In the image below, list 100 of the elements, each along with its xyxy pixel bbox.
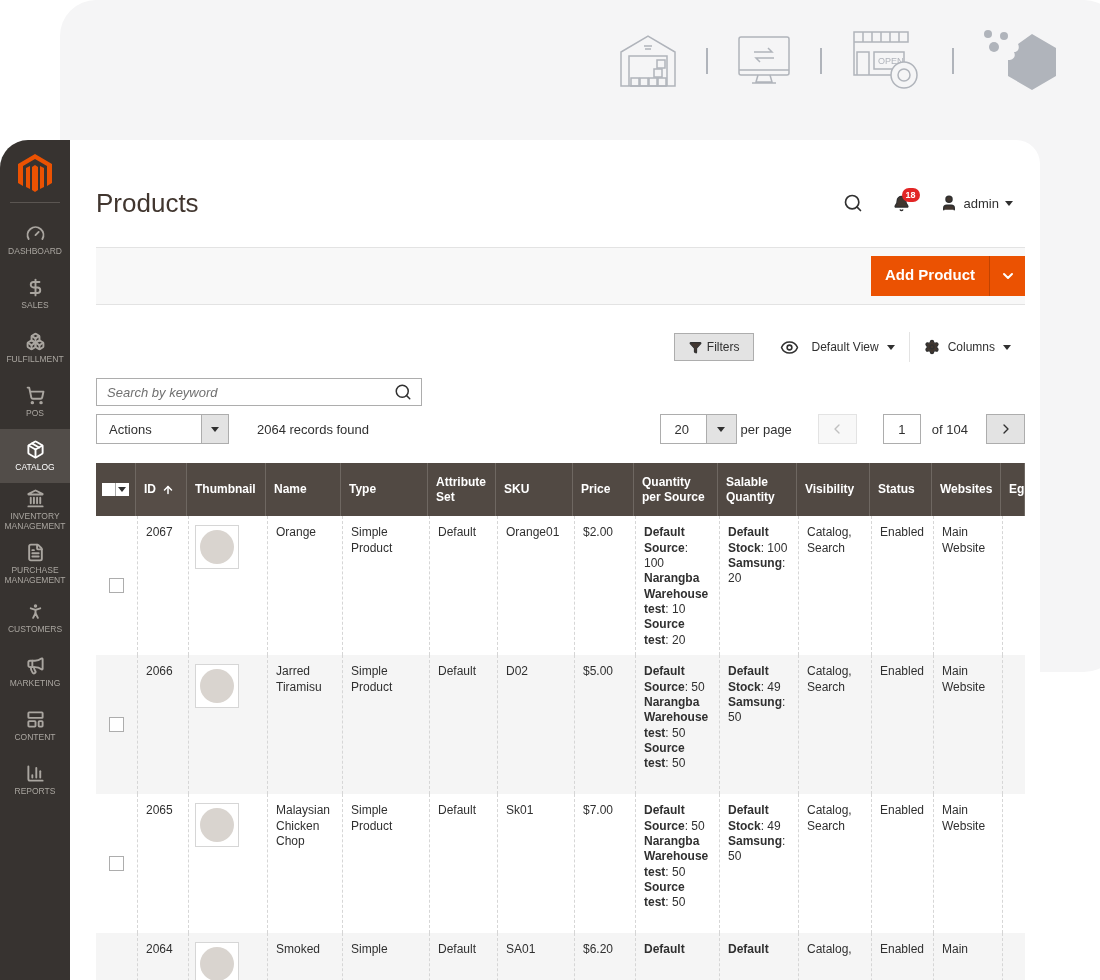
table-cell: Orange — [276, 525, 317, 540]
table-cell-text: Source test: 20 — [644, 617, 687, 648]
caret-icon — [1003, 344, 1011, 350]
table-cell: Main Website — [942, 664, 986, 694]
sidebar-item[interactable]: FULFILLMENT — [0, 321, 70, 375]
monitor-sync-icon — [738, 36, 790, 86]
table-cell-text: Default Stock: 100 — [728, 525, 789, 556]
table-cell: SA01 — [506, 942, 536, 957]
table-cell-text: Samsung: 20 — [728, 556, 787, 587]
table-cell: Catalog, Search — [807, 525, 852, 555]
table-cell: Sk01 — [506, 803, 534, 818]
table-cell: Enabled — [880, 664, 925, 679]
table-cell-text: Narangba Warehouse test: 10 — [644, 571, 710, 618]
search-icon — [394, 383, 412, 402]
sidebar-item[interactable]: DASHBOARD — [0, 213, 70, 267]
sidebar-item[interactable]: MARKETING — [0, 645, 70, 699]
bank-icon — [25, 489, 45, 508]
table-cell-text: Samsung: 50 — [728, 834, 787, 865]
document-icon — [25, 543, 45, 562]
table-cell: Catalog, Search — [807, 664, 852, 694]
row-checkbox[interactable] — [109, 578, 124, 594]
table-cell: $2.00 — [583, 525, 614, 540]
table-cell: Malaysian Chicken Chop — [276, 803, 331, 848]
megaphone-icon — [25, 656, 45, 675]
sidebar-item[interactable]: CONTENT — [0, 699, 70, 753]
actions-dropdown[interactable]: Actions — [96, 414, 229, 445]
table-cell: Smoked — [276, 942, 321, 957]
table-cell-text: Default Source: 50 — [644, 803, 706, 834]
table-cell-text: Default — [644, 942, 686, 958]
records-count: 2064 records found — [257, 420, 371, 439]
table-cell-text: Source test: 50 — [644, 740, 687, 772]
table-cell-text: Default Source: 100 — [644, 525, 690, 572]
table-cell: Default — [438, 525, 477, 540]
caret-icon — [211, 426, 219, 432]
table-cell: Jarred Tiramisu — [276, 664, 322, 694]
row-checkbox[interactable] — [109, 717, 124, 733]
sort-arrow-icon — [162, 483, 174, 496]
table-cell: Catalog, Search — [807, 803, 852, 833]
per-page-dropdown[interactable]: 20 — [659, 414, 737, 445]
table-cell: $5.00 — [583, 664, 614, 679]
per-page-label: per page — [740, 420, 792, 439]
table-cell-text: Default Stock: 49 — [728, 803, 782, 834]
next-page-button[interactable] — [986, 414, 1025, 445]
table-cell-text: Narangba Warehouse test: 50 — [644, 834, 710, 880]
page-number-field[interactable]: 1 — [882, 414, 921, 445]
filters-button[interactable]: Filters — [673, 333, 755, 362]
sidebar-item[interactable]: PURCHASE MANAGEMENT — [0, 537, 70, 591]
layout-icon — [25, 710, 45, 729]
caret-icon — [886, 344, 895, 350]
warehouse-icon — [620, 34, 676, 88]
sidebar-item[interactable]: CATALOG — [0, 429, 70, 483]
keyword-search-field[interactable]: Search by keyword — [96, 378, 422, 407]
table-cell: Enabled — [880, 525, 925, 540]
caret-icon — [717, 426, 725, 432]
bar-chart-icon — [25, 764, 45, 783]
table-cell: 2066 — [146, 664, 173, 679]
view-dropdown[interactable]: Default View — [811, 338, 895, 357]
add-product-button[interactable]: Add Product — [871, 255, 989, 296]
sidebar-item[interactable]: CUSTOMERS — [0, 591, 70, 645]
table-cell-text: Source test: 50 — [644, 879, 687, 911]
table-cell: Main — [942, 942, 968, 957]
box-icon — [25, 440, 45, 459]
table-cell: Enabled — [880, 942, 925, 957]
caret-icon — [1005, 200, 1013, 206]
table-cell: Simple — [351, 942, 388, 957]
sidebar-item[interactable]: REPORTS — [0, 753, 70, 807]
columns-dropdown[interactable]: Columns — [947, 338, 1011, 357]
user-menu[interactable]: admin — [963, 193, 1013, 213]
row-checkbox[interactable] — [109, 856, 124, 872]
table-cell-text: Samsung: 50 — [728, 695, 787, 726]
boxes-icon — [25, 332, 45, 351]
search-icon[interactable] — [842, 193, 863, 214]
table-cell: Simple Product — [351, 525, 393, 555]
cart-icon — [25, 386, 45, 405]
sidebar-item[interactable]: POS — [0, 375, 70, 429]
add-options-button[interactable] — [989, 255, 1025, 296]
sidebar-item[interactable]: SALES — [0, 267, 70, 321]
filter-icon — [688, 340, 702, 354]
select-all-dropdown[interactable] — [102, 483, 129, 497]
page-title: Products — [96, 186, 200, 220]
sidebar-item[interactable]: INVENTORY MANAGEMENT — [0, 483, 70, 537]
column-header[interactable]: ID — [136, 463, 187, 517]
table-cell-text: Default Stock: 49 — [728, 664, 782, 695]
table-cell-text: Default — [728, 942, 770, 958]
table-cell: $7.00 — [583, 803, 614, 818]
settings-icon — [923, 339, 940, 356]
table-cell: 2067 — [146, 525, 173, 540]
table-cell-text: Narangba Warehouse test: 50 — [644, 695, 710, 741]
table-cell: $6.20 — [583, 942, 614, 957]
table-cell: D02 — [506, 664, 528, 679]
table-cell: Default — [438, 664, 477, 679]
table-cell: Simple Product — [351, 664, 393, 694]
table-cell: 2064 — [146, 942, 173, 957]
logo-icon — [18, 154, 52, 192]
table-cell: Default — [438, 942, 477, 957]
page-total: of 104 — [931, 420, 968, 439]
table-cell: Main Website — [942, 803, 986, 833]
table-cell: Main Website — [942, 525, 986, 555]
table-cell: 2065 — [146, 803, 173, 818]
gauge-icon — [25, 224, 45, 243]
